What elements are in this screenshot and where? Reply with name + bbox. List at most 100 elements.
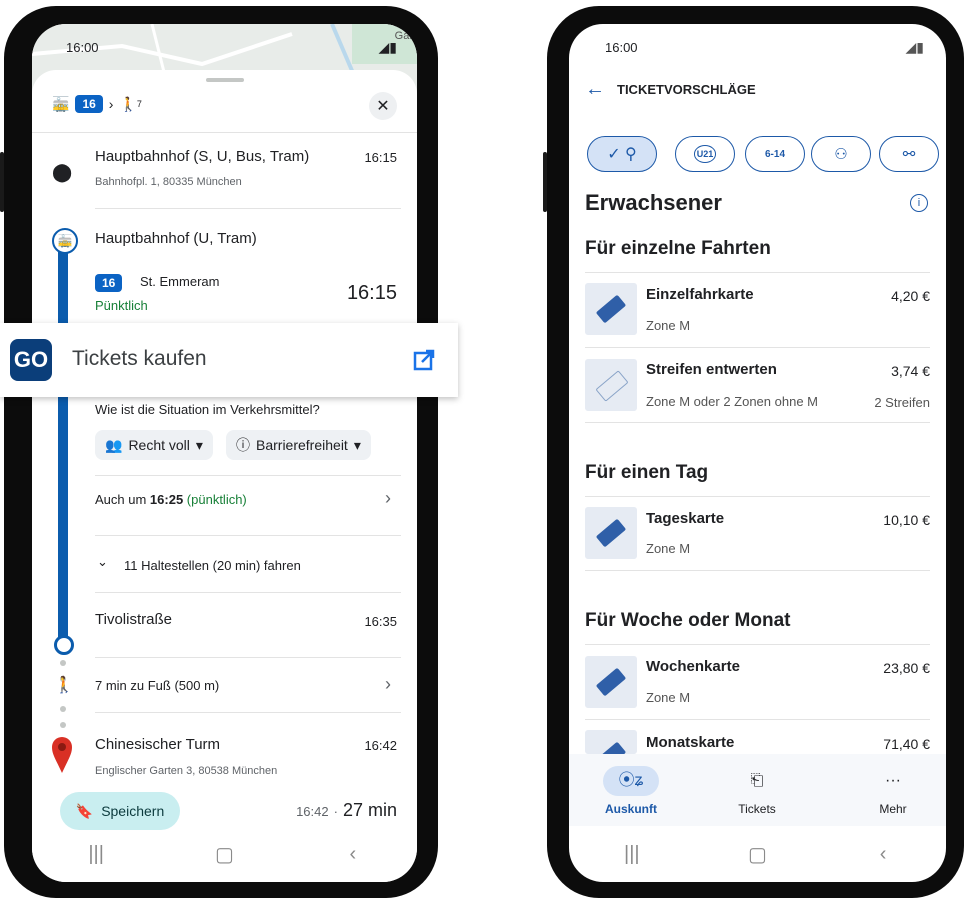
nav-label: Auskunft	[605, 802, 657, 816]
destination-name[interactable]: Chinesischer Turm	[95, 736, 220, 753]
back-icon[interactable]: ‹	[853, 843, 913, 866]
walk-icon: 🚶	[119, 95, 137, 112]
home-icon[interactable]: ▢	[194, 842, 254, 867]
drag-handle[interactable]	[205, 78, 244, 82]
filter-group[interactable]: ⚇	[811, 136, 871, 172]
dropdown-icon: ▾	[195, 436, 203, 453]
crowd-chip[interactable]: 👥 Recht voll ▾	[95, 430, 213, 460]
nav-mehr[interactable]: ··· Mehr	[853, 766, 933, 816]
also-prefix: Auch um	[95, 492, 150, 507]
back-icon[interactable]: ‹	[323, 843, 383, 866]
chevron-right-icon: ›	[108, 96, 114, 112]
ticket-name[interactable]: Monatskarte	[646, 734, 734, 751]
home-icon[interactable]: ▢	[727, 842, 787, 867]
filter-u21[interactable]: U21	[675, 136, 735, 172]
ticket-price: 10,10 €	[883, 512, 930, 528]
recents-icon[interactable]: |||	[602, 843, 662, 866]
arrival-time: 16:42	[296, 804, 329, 819]
divider	[95, 657, 401, 658]
close-icon[interactable]: ✕	[369, 92, 397, 120]
ticket-name[interactable]: Wochenkarte	[646, 658, 740, 675]
ticket-icon: ⎗	[750, 772, 764, 789]
ticket-thumbnail	[585, 656, 637, 708]
section-title: Für einen Tag	[585, 462, 709, 483]
status-time: 16:00	[605, 40, 638, 55]
ticket-name[interactable]: Tageskarte	[646, 510, 724, 527]
accessibility-chip[interactable]: ⓘ Barrierefreiheit ▾	[226, 430, 371, 460]
stop-name[interactable]: Hauptbahnhof (U, Tram)	[95, 230, 257, 247]
check-user-icon: ✓ ⚲	[607, 146, 637, 163]
stop-name[interactable]: Hauptbahnhof (S, U, Bus, Tram)	[95, 148, 309, 165]
chevron-down-icon: ⌄	[97, 554, 108, 569]
filter-kids[interactable]: 6-14	[745, 136, 805, 172]
recents-icon[interactable]: |||	[66, 843, 126, 866]
volume-button	[543, 152, 547, 212]
u21-icon: U21	[693, 145, 717, 163]
also-departure[interactable]: Auch um 16:25 (pünktlich)	[95, 492, 247, 507]
walk-icon: 🚶	[54, 677, 74, 694]
kids-icon: 6-14	[764, 148, 785, 160]
bottom-navigation: ⦿ʑ Auskunft ⎗ Tickets ··· Mehr	[569, 754, 946, 826]
back-arrow-icon[interactable]: ←	[585, 78, 605, 101]
ticket-zone: Zone M	[646, 690, 691, 705]
departure-direction: St. Emmeram	[140, 274, 220, 289]
ticket-zone: Zone M oder 2 Zonen ohne M	[646, 394, 818, 409]
divider	[585, 422, 930, 423]
help-icon: ⓘ	[236, 437, 250, 453]
location-pin-icon: ⬤	[52, 162, 73, 182]
divider	[95, 712, 401, 713]
departure-line-badge: 16	[95, 274, 123, 292]
ticket-extra: 2 Streifen	[874, 395, 930, 410]
chip-label: Barrierefreiheit	[256, 437, 348, 453]
walk-dot	[60, 706, 66, 712]
profile-title: Erwachsener	[585, 190, 722, 215]
divider	[585, 496, 930, 497]
stop-name[interactable]: Tivolistraße	[95, 611, 172, 628]
info-icon[interactable]: i	[910, 194, 928, 212]
divider	[585, 570, 930, 571]
nav-tickets[interactable]: ⎗ Tickets	[717, 766, 797, 816]
divider	[95, 592, 401, 593]
route-summary: 🚋 16 › 🚶 7	[52, 95, 142, 113]
tickets-popout[interactable]: GO Tickets kaufen	[0, 323, 458, 397]
chevron-right-icon: ›	[385, 488, 391, 508]
more-icon: ···	[885, 772, 901, 789]
ticket-name[interactable]: Streifen entwerten	[646, 361, 777, 378]
nav-label: Tickets	[738, 802, 776, 816]
open-external-icon[interactable]	[413, 349, 435, 371]
map-label: Gar	[394, 30, 413, 42]
filter-adult[interactable]: ✓ ⚲	[587, 136, 657, 172]
filter-bike[interactable]: ⚯	[879, 136, 939, 172]
signal-icon: ◢▮	[905, 39, 924, 55]
stops-summary[interactable]: 11 Haltestellen (20 min) fahren	[124, 558, 301, 573]
stop-circle	[54, 635, 74, 655]
ticket-thumbnail	[585, 730, 637, 754]
ticket-price: 3,74 €	[891, 363, 930, 379]
divider	[95, 535, 401, 536]
directions-sheet: 🚋 16 › 🚶 7 ✕ ⬤ Hauptbahnhof (S, U, Bus, T…	[32, 70, 417, 882]
walk-dot	[60, 722, 66, 728]
also-time: 16:25	[149, 492, 184, 507]
walk-segment[interactable]: 7 min zu Fuß (500 m)	[95, 678, 219, 693]
nav-auskunft[interactable]: ⦿ʑ Auskunft	[591, 766, 671, 816]
destination-time: 16:42	[364, 738, 397, 753]
ticket-thumbnail	[585, 507, 637, 559]
save-button[interactable]: 🔖 Speichern	[60, 792, 180, 830]
people-icon: 👥	[105, 436, 123, 453]
departure-status: Pünktlich	[95, 298, 148, 313]
tram-icon: 🚋	[52, 95, 70, 112]
walk-dot	[60, 660, 66, 666]
divider	[95, 475, 401, 476]
system-nav-bar: ||| ▢ ‹	[32, 826, 417, 882]
line-badge: 16	[75, 95, 103, 113]
bike-icon: ⚯	[902, 146, 916, 163]
departure-time: 16:15	[346, 282, 397, 304]
ticket-name[interactable]: Einzelfahrkarte	[646, 286, 754, 303]
tickets-screen: 16:00 ◢▮ ← TICKETVORSCHLÄGE ✓ ⚲ U21 6-14…	[569, 24, 946, 882]
system-nav-bar: ||| ▢ ‹	[569, 826, 946, 882]
group-icon: ⚇	[834, 146, 848, 163]
route-timeline	[58, 245, 68, 645]
signal-icon: ◢▮	[378, 39, 397, 55]
route-icon: ⦿ʑ	[603, 766, 659, 796]
ticket-price: 23,80 €	[883, 660, 930, 676]
